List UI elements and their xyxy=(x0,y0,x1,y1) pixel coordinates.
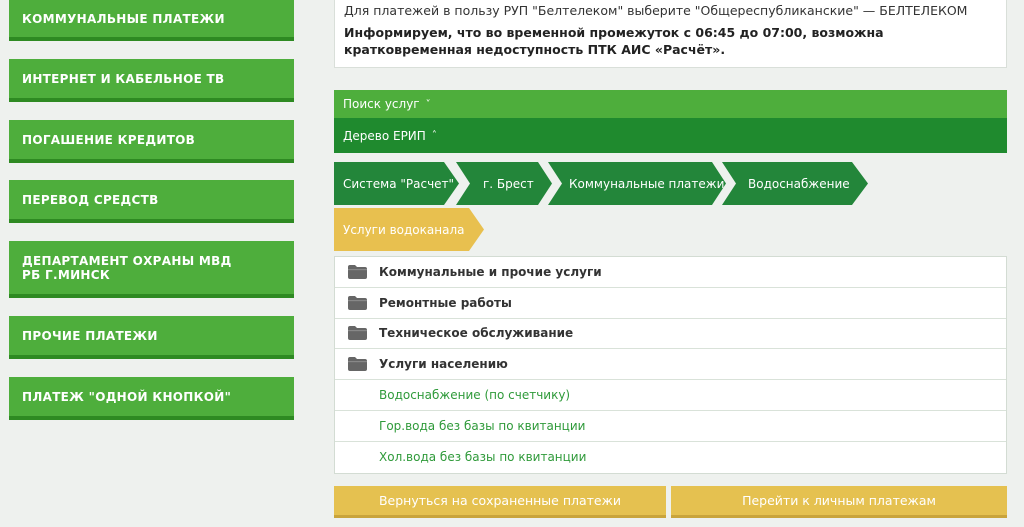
sidebar-item-label: ПЛАТЕЖ "ОДНОЙ КНОПКОЙ" xyxy=(22,389,232,404)
breadcrumb-label: Водоснабжение xyxy=(748,176,850,191)
service-link[interactable]: Гор.вода без базы по квитанции xyxy=(379,419,585,433)
sidebar-item-label: ПЕРЕВОД СРЕДСТВ xyxy=(22,192,159,207)
breadcrumb-label: г. Брест xyxy=(483,176,534,191)
sidebar-item-label: КОММУНАЛЬНЫЕ ПЛАТЕЖИ xyxy=(22,11,225,26)
list-item-label: Услуги населению xyxy=(379,357,508,372)
folder-icon xyxy=(348,264,367,279)
list-item-folder[interactable]: Техническое обслуживание xyxy=(335,319,1006,350)
breadcrumb-label: Система "Расчет" xyxy=(343,176,455,191)
back-to-saved-payments-button[interactable]: Вернуться на сохраненные платежи xyxy=(334,486,666,518)
list-item-service[interactable]: Гор.вода без базы по квитанции xyxy=(335,411,1006,442)
folder-icon xyxy=(348,326,367,341)
go-to-personal-payments-button[interactable]: Перейти к личным платежам xyxy=(671,486,1007,518)
service-link[interactable]: Водоснабжение (по счетчику) xyxy=(379,388,570,402)
list-item-service[interactable]: Водоснабжение (по счетчику) xyxy=(335,380,1006,411)
breadcrumb-item-brest[interactable]: г. Брест xyxy=(456,162,552,205)
erip-tree-toggle[interactable]: Дерево ЕРИП ˄ xyxy=(334,118,1007,153)
sidebar-item-security-department[interactable]: ДЕПАРТАМЕНТ ОХРАНЫ МВД РБ Г.МИНСК xyxy=(9,241,294,298)
sidebar-item-label: ПОГАШЕНИЕ КРЕДИТОВ xyxy=(22,132,196,147)
service-tree-list: Коммунальные и прочие услуги Ремонтные р… xyxy=(334,256,1007,474)
sidebar-item-utilities[interactable]: КОММУНАЛЬНЫЕ ПЛАТЕЖИ xyxy=(9,0,294,41)
folder-icon xyxy=(348,357,367,372)
button-label: Вернуться на сохраненные платежи xyxy=(378,493,622,508)
breadcrumb-item-raschet[interactable]: Система "Расчет" xyxy=(334,162,459,205)
sidebar-item-transfers[interactable]: ПЕРЕВОД СРЕДСТВ xyxy=(9,180,294,223)
sidebar-item-label: ПРОЧИЕ ПЛАТЕЖИ xyxy=(22,328,158,343)
list-item-label: Ремонтные работы xyxy=(379,295,512,310)
list-item-folder[interactable]: Коммунальные и прочие услуги xyxy=(335,257,1006,288)
list-item-label: Коммунальные и прочие услуги xyxy=(379,264,602,279)
sidebar-item-internet-tv[interactable]: ИНТЕРНЕТ И КАБЕЛЬНОЕ ТВ xyxy=(9,59,294,102)
list-item-folder[interactable]: Услуги населению xyxy=(335,349,1006,381)
list-item-folder[interactable]: Ремонтные работы xyxy=(335,288,1006,319)
sidebar-menu: КОММУНАЛЬНЫЕ ПЛАТЕЖИ ИНТЕРНЕТ И КАБЕЛЬНО… xyxy=(0,0,300,527)
list-item-service[interactable]: Хол.вода без базы по квитанции xyxy=(335,442,1006,473)
breadcrumb-item-utilities[interactable]: Коммунальные платежи xyxy=(548,162,726,205)
notice-beltelecom-text: Для платежей в пользу РУП "Белтелеком" в… xyxy=(344,3,968,18)
list-item-label: Техническое обслуживание xyxy=(379,326,574,341)
sidebar-item-loans[interactable]: ПОГАШЕНИЕ КРЕДИТОВ xyxy=(9,120,294,163)
folder-icon xyxy=(348,295,367,310)
sidebar-item-label: ИНТЕРНЕТ И КАБЕЛЬНОЕ ТВ xyxy=(22,71,225,86)
breadcrumb-current-water-services[interactable]: Услуги водоканала xyxy=(334,208,484,251)
chevron-up-icon: ˄ xyxy=(431,130,437,141)
erip-tree-label: Дерево ЕРИП xyxy=(343,128,426,143)
breadcrumb-label: Услуги водоканала xyxy=(343,222,465,237)
search-services-toggle[interactable]: Поиск услуг ˅ xyxy=(334,90,1007,118)
chevron-down-icon: ˅ xyxy=(425,98,431,110)
service-link[interactable]: Хол.вода без базы по квитанции xyxy=(379,450,586,464)
notice-maintenance-text: Информируем, что во временной промежуток… xyxy=(344,25,884,57)
sidebar-item-one-click-payment[interactable]: ПЛАТЕЖ "ОДНОЙ КНОПКОЙ" xyxy=(9,377,294,420)
info-notice: Для платежей в пользу РУП "Белтелеком" в… xyxy=(334,0,1007,68)
breadcrumb-item-water-supply[interactable]: Водоснабжение xyxy=(722,162,868,205)
button-label: Перейти к личным платежам xyxy=(742,493,936,508)
search-services-label: Поиск услуг xyxy=(343,97,420,111)
sidebar-item-other-payments[interactable]: ПРОЧИЕ ПЛАТЕЖИ xyxy=(9,316,294,359)
breadcrumb-label: Коммунальные платежи xyxy=(569,176,725,191)
sidebar-item-label: ДЕПАРТАМЕНТ ОХРАНЫ МВД РБ Г.МИНСК xyxy=(22,253,232,282)
